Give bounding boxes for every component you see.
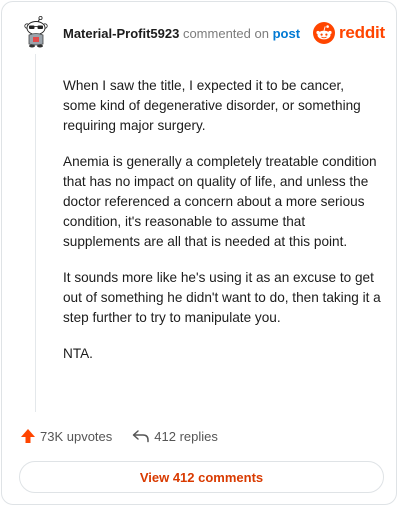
comment-paragraph: When I saw the title, I expected it to b… xyxy=(63,78,361,133)
commented-on-text: commented on xyxy=(182,26,269,41)
reply-count: 412 replies xyxy=(154,428,218,444)
replies-button[interactable]: 412 replies xyxy=(132,429,218,444)
upvote-arrow-icon xyxy=(21,429,35,443)
username-link[interactable]: Material-Profit5923 xyxy=(63,26,179,41)
thread-line xyxy=(35,54,36,412)
avatar[interactable] xyxy=(23,15,49,48)
comment-paragraph: It sounds more like he's using it as an … xyxy=(63,270,381,325)
reddit-snoo-icon xyxy=(313,22,335,44)
comment-paragraph: Anemia is generally a completely treatab… xyxy=(63,154,377,249)
reddit-wordmark: reddit xyxy=(339,23,386,42)
upvote-button[interactable]: 73K upvotes xyxy=(20,428,112,444)
post-link[interactable]: post xyxy=(273,26,300,41)
reddit-logo[interactable]: reddit xyxy=(313,22,385,44)
upvote-count: 73K upvotes xyxy=(40,428,113,444)
comment-actions: 73K upvotes 412 replies xyxy=(20,428,218,444)
comment-card: Material-Profit5923 commented on post re… xyxy=(1,1,397,505)
comment-paragraph: NTA. xyxy=(63,346,93,361)
snoo-avatar-icon xyxy=(24,15,48,48)
comment-header: Material-Profit5923 commented on post xyxy=(63,26,300,42)
reply-arrow-icon xyxy=(133,430,150,443)
comment-body: When I saw the title, I expected it to b… xyxy=(63,76,381,380)
view-comments-button[interactable]: View 412 comments xyxy=(19,461,384,493)
